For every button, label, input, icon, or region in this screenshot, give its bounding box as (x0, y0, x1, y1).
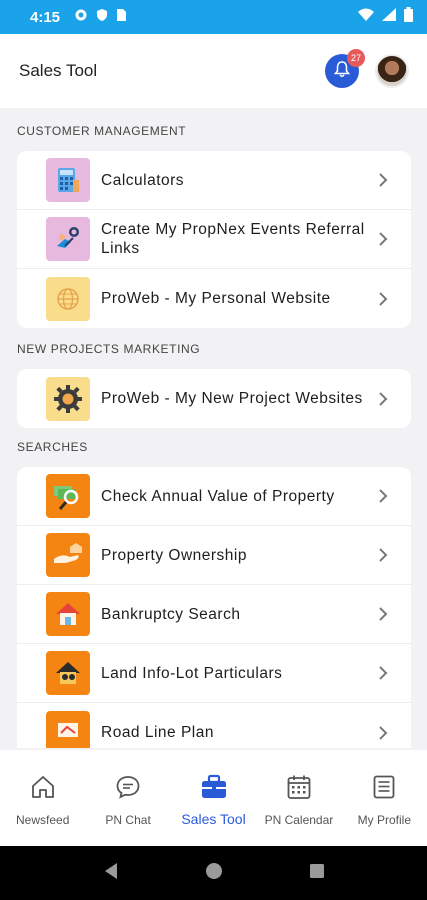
calculator-icon (46, 158, 90, 202)
calendar-icon (286, 774, 312, 805)
section-title-searches: SEARCHES (17, 440, 88, 454)
list-item-proweb-personal[interactable]: ProWeb - My Personal Website (17, 269, 411, 328)
money-search-icon (46, 474, 90, 518)
globe-icon (46, 276, 90, 321)
chevron-right-icon (373, 229, 393, 249)
chevron-right-icon (373, 604, 393, 624)
nav-newsfeed[interactable]: Newsfeed (0, 750, 85, 846)
list-item-road-line-plan[interactable]: Road Line Plan (17, 703, 411, 748)
chevron-right-icon (373, 663, 393, 683)
chevron-right-icon (373, 545, 393, 565)
list-item-proweb-new-project[interactable]: ProWeb - My New Project Websites (17, 369, 411, 428)
battery-icon (404, 7, 413, 27)
profile-icon (371, 774, 397, 805)
list-item-bankruptcy-search[interactable]: Bankruptcy Search (17, 585, 411, 644)
list-item-calculators[interactable]: Calculators (17, 151, 411, 210)
list-item-label: Road Line Plan (101, 724, 214, 741)
land-info-icon (46, 651, 90, 695)
list-item-label: ProWeb - My New Project Websites (101, 390, 363, 407)
house-icon (46, 592, 90, 636)
avatar[interactable] (375, 54, 409, 88)
system-navigation-bar (0, 846, 427, 900)
card-customer-management: Calculators Create My PropNex Events Ref… (17, 151, 411, 328)
hand-house-icon (46, 533, 90, 577)
home-circle-icon[interactable] (205, 862, 223, 885)
shield-icon (96, 8, 108, 27)
signal-icon (382, 8, 396, 26)
chevron-right-icon (373, 170, 393, 190)
nav-label: PN Calendar (264, 813, 334, 827)
home-icon (30, 774, 56, 805)
list-item-label: Bankruptcy Search (101, 605, 241, 623)
chevron-right-icon (373, 723, 393, 743)
wifi-icon (358, 8, 374, 26)
chevron-right-icon (373, 486, 393, 506)
list-item-label: Calculators (101, 171, 185, 189)
list-item-annual-value[interactable]: Check Annual Value of Property (17, 467, 411, 526)
section-title-customer-management: CUSTOMER MANAGEMENT (17, 124, 187, 138)
sales-tool-list[interactable]: CUSTOMER MANAGEMENT Calculators Create M… (0, 108, 427, 748)
nav-label: Newsfeed (16, 813, 70, 827)
nav-my-profile[interactable]: My Profile (342, 750, 427, 846)
chevron-right-icon (373, 389, 393, 409)
notification-badge: 27 (347, 49, 365, 67)
back-icon[interactable] (103, 862, 119, 885)
chat-icon (115, 774, 141, 805)
settings-icon (74, 8, 88, 27)
notifications-button[interactable]: 27 (325, 49, 365, 88)
nav-pn-chat[interactable]: PN Chat (85, 750, 170, 846)
list-item-property-ownership[interactable]: Property Ownership (17, 526, 411, 585)
status-time: 4:15 (30, 8, 61, 26)
list-item-label: Check Annual Value of Property (101, 487, 335, 505)
referral-link-icon (46, 217, 90, 261)
card-new-projects-marketing: ProWeb - My New Project Websites (17, 369, 411, 428)
recents-icon[interactable] (309, 863, 325, 884)
bottom-nav: Newsfeed PN Chat Sales Tool PN Calendar … (0, 750, 427, 846)
nav-label: PN Chat (105, 813, 151, 827)
app-header: Sales Tool 27 (0, 34, 427, 108)
chevron-right-icon (373, 289, 393, 309)
card-searches: Check Annual Value of Property Property … (17, 467, 411, 748)
road-plan-icon (46, 710, 90, 748)
list-item-label: Property Ownership (101, 546, 247, 564)
list-item-label: Create My PropNex Events Referral Links (101, 221, 365, 257)
nav-label: My Profile (357, 813, 411, 827)
list-item-land-info[interactable]: Land Info-Lot Particulars (17, 644, 411, 703)
nav-label: Sales Tool (181, 811, 246, 827)
page-title: Sales Tool (19, 61, 98, 80)
nav-sales-tool[interactable]: Sales Tool (171, 750, 256, 846)
gear-icon (46, 376, 90, 421)
list-item-label: Land Info-Lot Particulars (101, 664, 283, 682)
status-bar: 4:15 (0, 0, 427, 34)
sim-card-icon (116, 8, 127, 27)
list-item-label: ProWeb - My Personal Website (101, 290, 331, 307)
nav-pn-calendar[interactable]: PN Calendar (256, 750, 341, 846)
section-title-new-projects-marketing: NEW PROJECTS MARKETING (17, 342, 201, 356)
briefcase-icon (200, 774, 228, 805)
list-item-referral-links[interactable]: Create My PropNex Events Referral Links (17, 210, 411, 269)
